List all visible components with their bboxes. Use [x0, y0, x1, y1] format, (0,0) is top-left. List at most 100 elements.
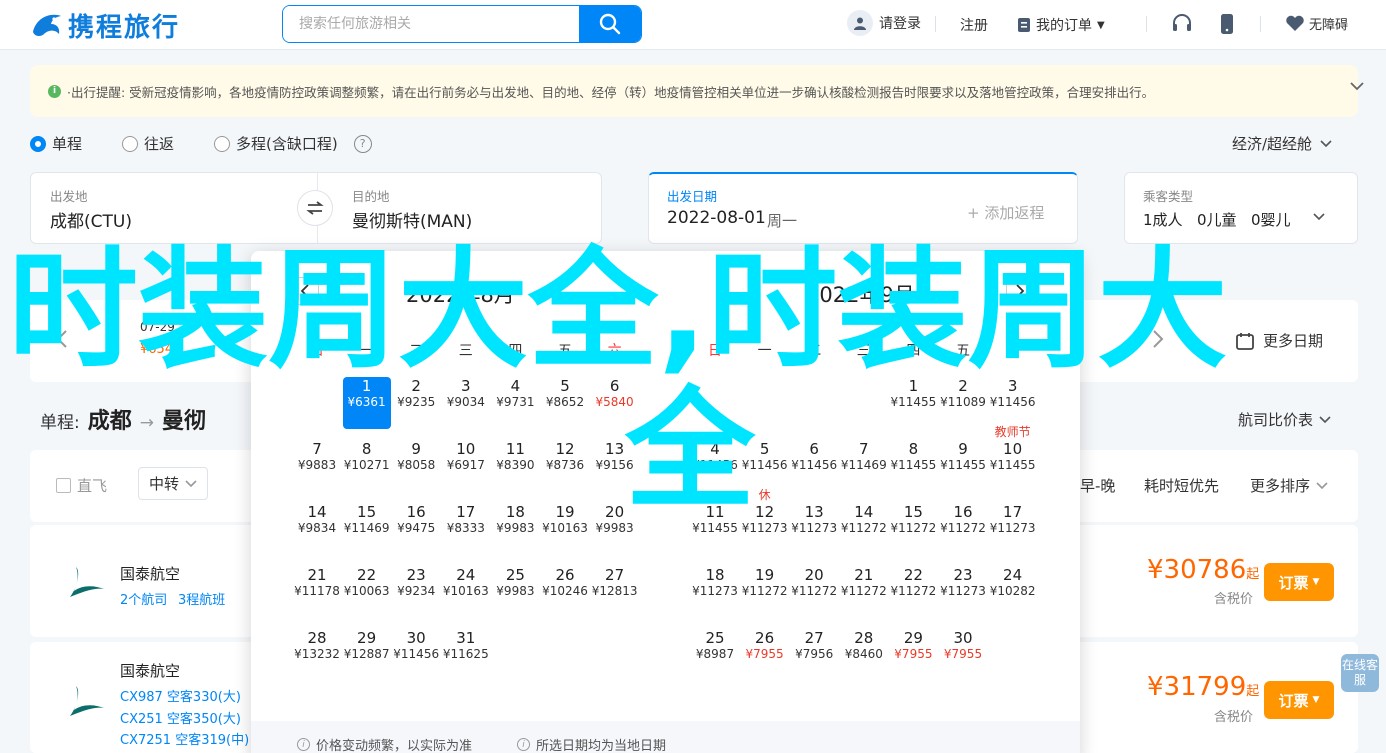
- flight-number-link[interactable]: CX251 空客350(大): [120, 708, 241, 727]
- calendar-day[interactable]: 17 ¥11273: [989, 503, 1037, 555]
- radio-roundtrip[interactable]: 往返: [122, 133, 174, 154]
- calendar-day[interactable]: 15 ¥11272: [889, 503, 937, 555]
- calendar-day[interactable]: 16 ¥11272: [939, 503, 987, 555]
- calendar-day[interactable]: 10 ¥6917: [442, 440, 490, 492]
- calendar-day[interactable]: 6 ¥11456: [790, 440, 838, 492]
- calendar-day[interactable]: 28 ¥13232: [293, 629, 341, 681]
- accessibility-link[interactable]: 无障碍: [1285, 14, 1348, 33]
- calendar-day[interactable]: 31 ¥11625: [442, 629, 490, 681]
- calendar-day[interactable]: 21 ¥11272: [840, 566, 888, 618]
- calendar-day[interactable]: 14 ¥11272: [840, 503, 888, 555]
- cabin-select[interactable]: 经济/超经舱: [1232, 133, 1332, 154]
- radio-oneway[interactable]: 单程: [30, 133, 82, 154]
- calendar-day[interactable]: 18 ¥9983: [491, 503, 539, 555]
- add-return-button[interactable]: + 添加返程: [967, 202, 1044, 223]
- calendar-day[interactable]: 13 ¥9156: [591, 440, 639, 492]
- calendar-day[interactable]: 9 ¥11455: [939, 440, 987, 492]
- calendar-day[interactable]: 3 ¥11456: [989, 377, 1037, 429]
- calendar-day[interactable]: 2 ¥9235: [392, 377, 440, 429]
- transfer-dropdown[interactable]: 中转: [138, 467, 209, 500]
- calendar-day[interactable]: 11 ¥8390: [491, 440, 539, 492]
- calendar-day[interactable]: 29 ¥7955: [889, 629, 937, 681]
- passenger-field[interactable]: 乘客类型 1成人 0儿童 0婴儿: [1124, 172, 1358, 244]
- strip-date[interactable]: 07-29: [140, 320, 175, 334]
- calendar-day[interactable]: 4 ¥9731: [491, 377, 539, 429]
- airline-compare-button[interactable]: 航司比价表: [1238, 409, 1331, 430]
- calendar-day[interactable]: 7 ¥9883: [293, 440, 341, 492]
- calendar-day[interactable]: 3 ¥9034: [442, 377, 490, 429]
- flight-number-link[interactable]: CX7251 空客319(中): [120, 729, 249, 748]
- calendar-day[interactable]: 2 ¥11089: [939, 377, 987, 429]
- calendar-day[interactable]: 29 ¥12887: [343, 629, 391, 681]
- direct-checkbox[interactable]: 直飞: [56, 475, 107, 496]
- calendar-day[interactable]: 20 ¥9983: [591, 503, 639, 555]
- orders-menu[interactable]: 我的订单 ▼: [1017, 15, 1105, 35]
- destination-input[interactable]: 曼彻斯特(MAN): [352, 207, 472, 232]
- calendar-day[interactable]: 9 ¥8058: [392, 440, 440, 492]
- calendar-day[interactable]: 30 ¥7955: [939, 629, 987, 681]
- calendar-day[interactable]: 23 ¥11273: [939, 566, 987, 618]
- swap-button[interactable]: [297, 190, 333, 226]
- airline-count-link[interactable]: 2个航司: [120, 589, 167, 608]
- calendar-day[interactable]: 25 ¥8987: [691, 629, 739, 681]
- search-input[interactable]: [283, 6, 580, 42]
- mobile-icon[interactable]: [1215, 12, 1239, 36]
- book-button[interactable]: 订票 ▼: [1264, 681, 1334, 719]
- next-month-button[interactable]: [1006, 277, 1034, 305]
- calendar-day[interactable]: 26 ¥10246: [541, 566, 589, 618]
- calendar-day[interactable]: 27 ¥7956: [790, 629, 838, 681]
- calendar-day[interactable]: 10 ¥11455 教师节: [989, 425, 1037, 492]
- more-sort[interactable]: 更多排序: [1250, 475, 1328, 496]
- calendar-day[interactable]: 21 ¥11178: [293, 566, 341, 618]
- calendar-day[interactable]: 18 ¥11273: [691, 566, 739, 618]
- sort-shortest[interactable]: 耗时短优先: [1144, 475, 1219, 496]
- calendar-day[interactable]: 26 ¥7955: [741, 629, 789, 681]
- calendar-day[interactable]: 5 ¥8652: [541, 377, 589, 429]
- calendar-day[interactable]: 8 ¥11455: [889, 440, 937, 492]
- depart-date-field[interactable]: 出发日期 2022-08-01 周一 + 添加返程: [648, 172, 1078, 244]
- calendar-day[interactable]: 8 ¥10271: [343, 440, 391, 492]
- book-button[interactable]: 订票 ▼: [1264, 563, 1334, 601]
- calendar-day[interactable]: 6 ¥5840: [591, 377, 639, 429]
- headset-icon[interactable]: [1170, 12, 1194, 36]
- prev-month-button[interactable]: [291, 277, 319, 305]
- more-dates-button[interactable]: 更多日期: [1235, 330, 1323, 351]
- calendar-day[interactable]: 12 ¥11273 休: [741, 488, 789, 555]
- chevron-right-icon[interactable]: [1152, 330, 1164, 348]
- calendar-day[interactable]: 19 ¥11272: [741, 566, 789, 618]
- help-icon[interactable]: ?: [353, 134, 372, 153]
- brand-logo[interactable]: 携程旅行: [30, 8, 180, 43]
- calendar-day[interactable]: 14 ¥9834: [293, 503, 341, 555]
- calendar-day[interactable]: 12 ¥8736: [541, 440, 589, 492]
- calendar-day[interactable]: 19 ¥10163: [541, 503, 589, 555]
- origin-input[interactable]: 成都(CTU): [50, 207, 132, 232]
- calendar-day[interactable]: 22 ¥10063: [343, 566, 391, 618]
- calendar-day[interactable]: 1 ¥6361: [342, 377, 391, 429]
- chevron-left-icon[interactable]: [56, 330, 68, 348]
- calendar-day[interactable]: 23 ¥9234: [392, 566, 440, 618]
- calendar-day[interactable]: 30 ¥11456: [392, 629, 440, 681]
- radio-multicity[interactable]: 多程(含缺口程)?: [214, 133, 372, 154]
- register-link[interactable]: 注册: [960, 15, 988, 35]
- flight-number-link[interactable]: CX987 空客330(大): [120, 686, 241, 705]
- chevron-down-icon[interactable]: [1350, 81, 1364, 91]
- calendar-day[interactable]: 27 ¥12813: [591, 566, 639, 618]
- calendar-day[interactable]: 28 ¥8460: [840, 629, 888, 681]
- calendar-day[interactable]: 17 ¥8333: [442, 503, 490, 555]
- calendar-day[interactable]: 24 ¥10282: [989, 566, 1037, 618]
- calendar-day[interactable]: 24 ¥10163: [442, 566, 490, 618]
- calendar-day[interactable]: 11 ¥11455: [691, 503, 739, 555]
- calendar-day[interactable]: 1 ¥11455: [889, 377, 937, 429]
- calendar-day[interactable]: 13 ¥11273: [790, 503, 838, 555]
- sort-time[interactable]: 早-晚: [1080, 475, 1115, 496]
- online-service-button[interactable]: 在线客服: [1341, 654, 1379, 692]
- calendar-day[interactable]: 16 ¥9475: [392, 503, 440, 555]
- login-link[interactable]: 请登录: [847, 10, 921, 36]
- segment-count-link[interactable]: 3程航班: [178, 589, 225, 608]
- calendar-day[interactable]: 5 ¥11456: [741, 440, 789, 492]
- calendar-day[interactable]: 7 ¥11469: [840, 440, 888, 492]
- calendar-day[interactable]: 15 ¥11469: [343, 503, 391, 555]
- calendar-day[interactable]: 20 ¥11272: [790, 566, 838, 618]
- calendar-day[interactable]: 4 ¥11456: [691, 440, 739, 492]
- calendar-day[interactable]: 25 ¥9983: [491, 566, 539, 618]
